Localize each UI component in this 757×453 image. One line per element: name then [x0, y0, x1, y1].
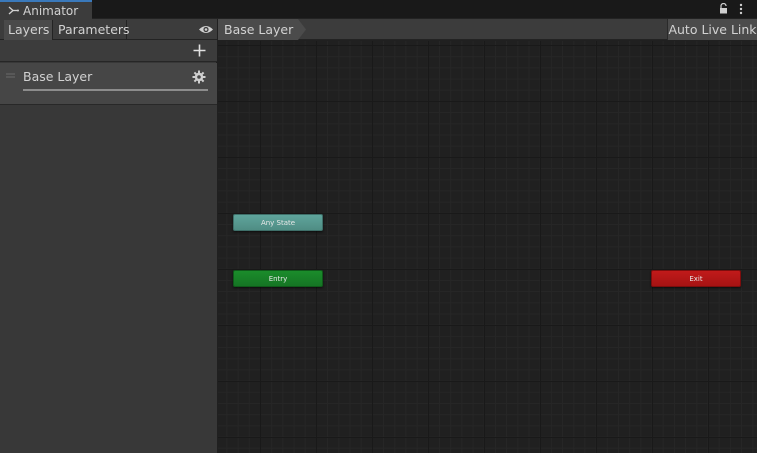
tab-parameters-label: Parameters [58, 22, 130, 37]
graph-panel: Base Layer Auto Live Link Any State Entr… [218, 19, 757, 453]
layer-weight-bar[interactable] [23, 89, 208, 91]
gear-icon[interactable] [192, 70, 206, 84]
more-options-icon[interactable] [738, 2, 744, 16]
window-tab-bar: Animator [0, 0, 757, 19]
animator-icon [8, 6, 19, 15]
breadcrumb: Base Layer Auto Live Link [218, 19, 757, 40]
tab-layers-label: Layers [8, 22, 50, 37]
add-layer-bar [0, 40, 217, 62]
state-machine-graph[interactable]: Any State Entry Exit [218, 41, 757, 453]
panel-tab-bar: Layers Parameters [0, 19, 217, 40]
layer-name: Base Layer [23, 69, 93, 84]
window-title: Animator [23, 3, 79, 18]
any-state-node[interactable]: Any State [233, 214, 323, 231]
add-layer-icon[interactable] [193, 44, 206, 57]
eye-icon[interactable] [198, 24, 214, 35]
animator-tab[interactable]: Animator [0, 0, 92, 19]
auto-live-link-button[interactable]: Auto Live Link [667, 19, 757, 40]
layers-empty-area [0, 105, 217, 453]
tab-layers[interactable]: Layers [4, 20, 53, 40]
breadcrumb-base-layer[interactable]: Base Layer [218, 19, 306, 40]
exit-node[interactable]: Exit [651, 270, 741, 287]
tab-parameters[interactable]: Parameters [54, 20, 130, 40]
lock-icon[interactable] [719, 3, 728, 14]
layers-panel: Layers Parameters Base Layer [0, 19, 217, 453]
drag-handle-icon[interactable] [6, 73, 15, 78]
layer-item-base-layer[interactable]: Base Layer [0, 63, 217, 105]
entry-node[interactable]: Entry [233, 270, 323, 287]
